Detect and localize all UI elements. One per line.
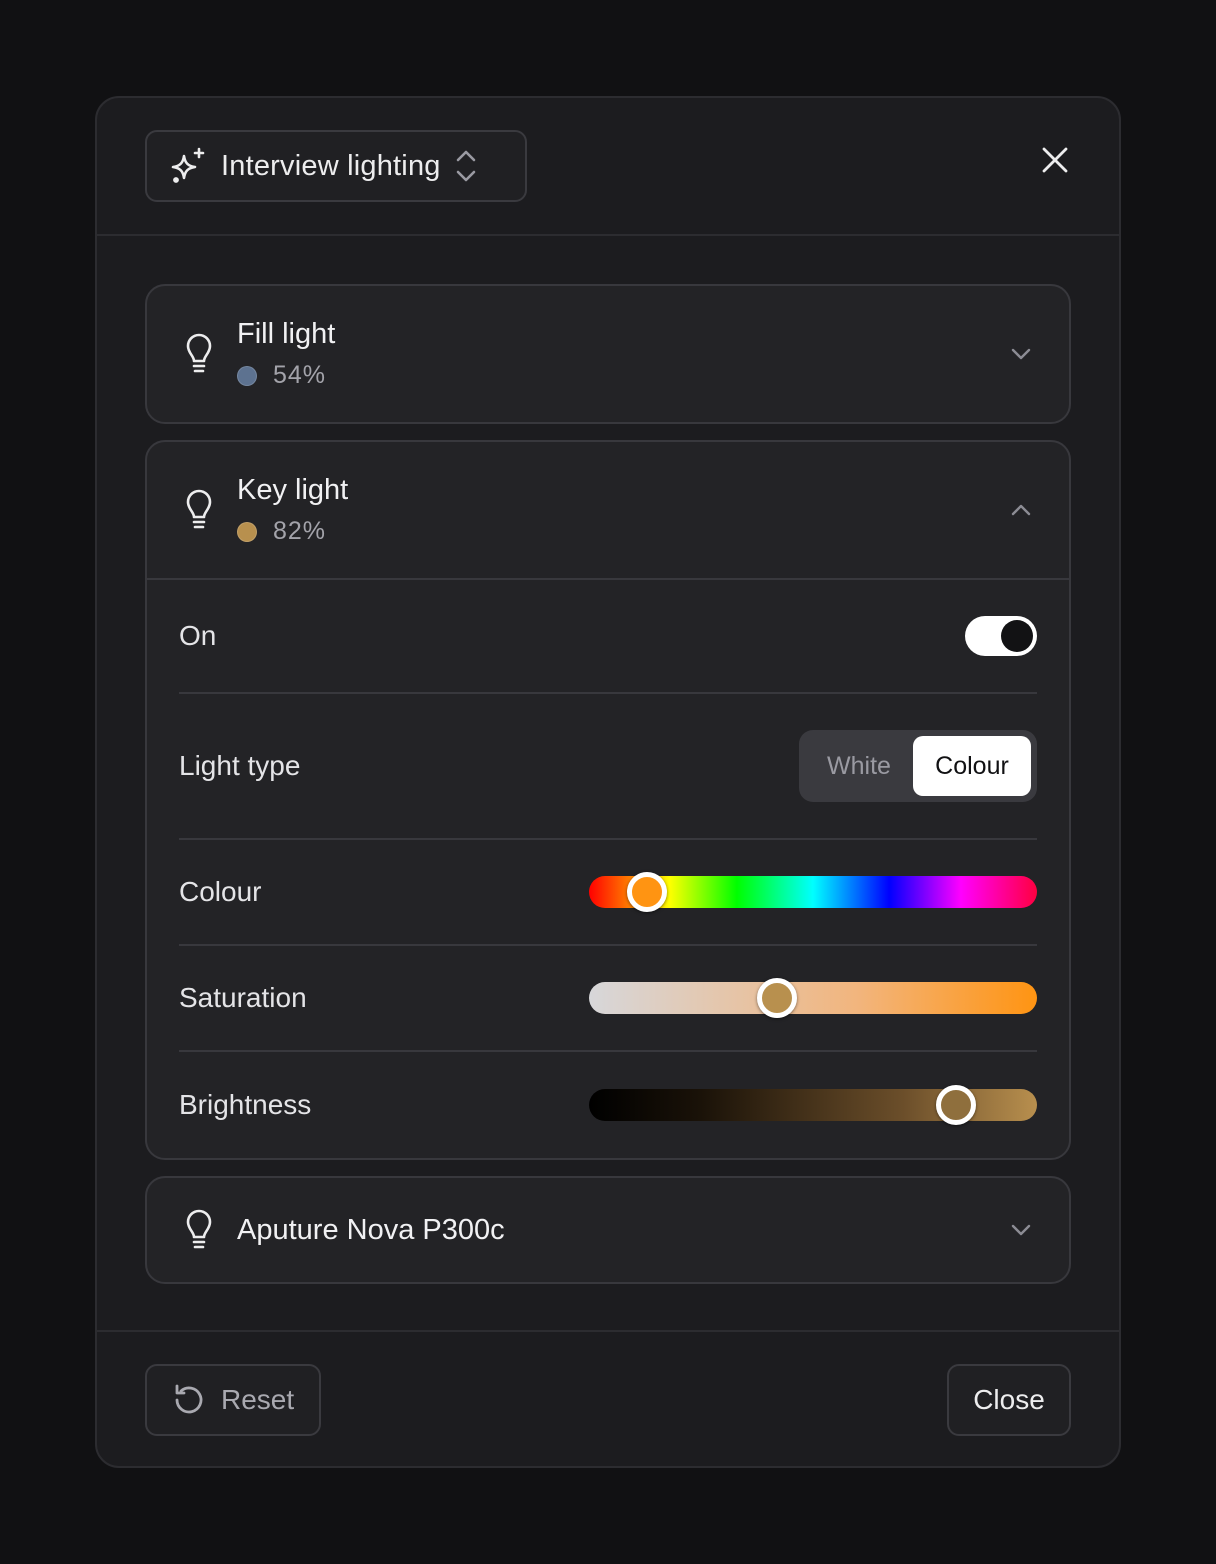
colour-slider[interactable] <box>589 872 1037 912</box>
reset-icon <box>175 1384 203 1414</box>
brightness-row: Brightness <box>179 1052 1037 1158</box>
light-type-label: Light type <box>179 750 301 781</box>
color-swatch <box>237 365 257 386</box>
chevron-down-icon[interactable] <box>1009 1218 1033 1242</box>
reset-label: Reset <box>221 1384 295 1415</box>
light-card-header[interactable]: Key light 82% <box>147 442 1069 578</box>
light-card-fill: Fill light 54% <box>145 284 1071 424</box>
lighting-dialog: Interview lighting Fill light 54% Key li… <box>95 96 1121 1468</box>
on-label: On <box>179 620 217 651</box>
sparkles-icon <box>171 147 205 183</box>
light-card-header[interactable]: Aputure Nova P300c <box>147 1178 1069 1282</box>
light-card-key: Key light 82% On Light type White Colour… <box>145 440 1071 1160</box>
dialog-footer: Reset Close <box>97 1332 1119 1468</box>
close-icon[interactable] <box>1039 144 1071 176</box>
colour-slider-thumb[interactable] <box>627 872 668 912</box>
reset-button[interactable]: Reset <box>145 1364 321 1436</box>
lightbulb-icon <box>186 1209 212 1249</box>
colour-label: Colour <box>179 876 262 907</box>
light-name: Fill light <box>237 318 336 350</box>
lights-list: Fill light 54% Key light 82% On Light ty… <box>97 236 1119 1332</box>
key-light-controls: On Light type White Colour Colour Satura… <box>147 578 1069 1158</box>
toggle-knob <box>1001 620 1033 652</box>
light-card-header[interactable]: Fill light 54% <box>147 286 1069 422</box>
chevron-up-down-icon <box>456 150 475 182</box>
saturation-label: Saturation <box>179 982 307 1013</box>
power-toggle[interactable] <box>965 616 1037 656</box>
chevron-down-icon[interactable] <box>1009 342 1033 366</box>
light-card-aputure: Aputure Nova P300c <box>145 1176 1071 1284</box>
segment-colour[interactable]: Colour <box>913 736 1031 796</box>
colour-row: Colour <box>179 840 1037 946</box>
brightness-slider-thumb[interactable] <box>936 1085 977 1125</box>
lightbulb-icon <box>186 489 212 529</box>
preset-label: Interview lighting <box>221 149 441 182</box>
on-row: On <box>179 580 1037 694</box>
light-name: Aputure Nova P300c <box>237 1213 505 1246</box>
saturation-row: Saturation <box>179 946 1037 1052</box>
brightness-percent: 54% <box>273 361 327 389</box>
dialog-header: Interview lighting <box>97 98 1119 236</box>
chevron-up-icon[interactable] <box>1009 498 1033 522</box>
saturation-slider-thumb[interactable] <box>757 978 798 1018</box>
brightness-percent: 82% <box>273 517 327 545</box>
segment-white[interactable]: White <box>805 736 913 796</box>
light-name: Key light <box>237 474 349 506</box>
brightness-label: Brightness <box>179 1089 312 1120</box>
close-button[interactable]: Close <box>947 1364 1071 1436</box>
preset-selector[interactable]: Interview lighting <box>145 130 527 202</box>
saturation-slider[interactable] <box>589 978 1037 1018</box>
color-swatch <box>237 521 257 542</box>
close-label: Close <box>973 1384 1045 1415</box>
lightbulb-icon <box>186 333 212 373</box>
light-type-row: Light type White Colour <box>179 694 1037 840</box>
light-type-segmented-control: White Colour <box>799 730 1037 802</box>
brightness-slider[interactable] <box>589 1085 1037 1125</box>
